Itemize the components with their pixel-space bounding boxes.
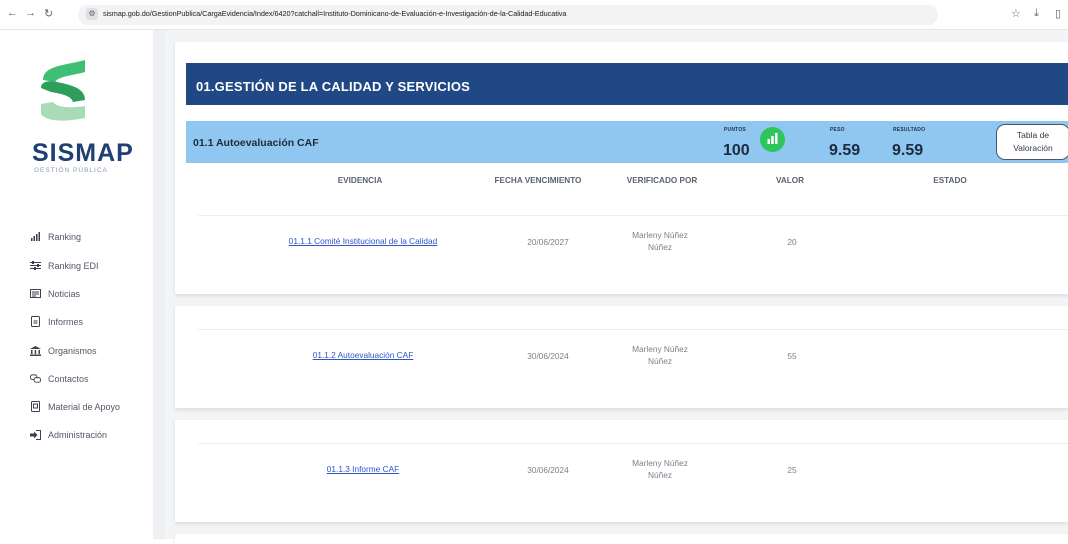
tabla-button-line1: Tabla de xyxy=(1016,130,1050,140)
url-text[interactable]: sismap.gob.do/GestionPublica/CargaEviden… xyxy=(103,9,566,18)
tabla-valoracion-button[interactable]: Tabla de Valoración xyxy=(996,124,1068,160)
verificado-cell-line2: Núñez xyxy=(648,356,672,366)
brand-name: SISMAP xyxy=(32,139,134,167)
sidebar-item-contactos[interactable]: Contactos xyxy=(30,373,89,384)
section-title: 01.GESTIÓN DE LA CALIDAD Y SERVICIOS xyxy=(196,79,470,94)
evidence-link[interactable]: 01.1.3 Informe CAF xyxy=(258,464,468,474)
row-divider xyxy=(198,443,1068,444)
verificado-cell-line1: Marleny Núñez xyxy=(632,458,688,468)
bar-chart-icon xyxy=(30,231,41,242)
document-icon xyxy=(30,316,41,327)
resultado-value: 9.59 xyxy=(892,142,924,159)
verificado-cell-line1: Marleny Núñez xyxy=(632,344,688,354)
verificado-cell-line2: Núñez xyxy=(648,242,672,252)
sidebar-item-label: Organismos xyxy=(48,345,97,356)
valor-cell: 25 xyxy=(787,465,797,475)
back-arrow-icon[interactable]: ← xyxy=(7,7,18,19)
verificado-cell-line1: Marleny Núñez xyxy=(632,230,688,240)
fecha-cell: 30/06/2024 xyxy=(527,465,569,475)
fecha-cell: 30/06/2024 xyxy=(527,351,569,361)
column-header-evidencia: EVIDENCIA xyxy=(337,176,383,185)
star-icon[interactable]: ☆ xyxy=(1011,7,1021,20)
sidebar-item-ranking[interactable]: Ranking xyxy=(30,231,81,242)
puntos-label: PUNTOS xyxy=(724,127,746,133)
resultado-label: RESULTADO xyxy=(893,127,926,133)
column-header-estado: ESTADO xyxy=(933,176,967,185)
evidence-link[interactable]: 01.1.2 Autoevaluación CAF xyxy=(258,350,468,360)
valor-cell: 55 xyxy=(787,351,797,361)
sidebar-item-label: Informes xyxy=(48,316,84,327)
tabla-button-line2: Valoración xyxy=(1013,143,1053,153)
sidebar-item-material-de-apoyo[interactable]: Material de Apoyo xyxy=(30,401,120,412)
verificado-cell-line2: Núñez xyxy=(648,470,672,480)
download-icon[interactable]: ⤓ xyxy=(1034,7,1039,20)
peso-value: 9.59 xyxy=(829,142,861,159)
column-header-verificado: VERIFICADO POR xyxy=(626,176,698,185)
newspaper-icon xyxy=(30,288,41,299)
valor-cell: 20 xyxy=(787,237,797,247)
sidebar-item-label: Ranking xyxy=(48,231,82,242)
bar-chart-icon xyxy=(767,133,778,144)
column-header-fecha: FECHA VENCIMIENTO xyxy=(494,176,582,185)
sidebar-item-informes[interactable]: Informes xyxy=(30,316,83,327)
evidence-link[interactable]: 01.1.1 Comité Institucional de la Calida… xyxy=(258,236,468,246)
site-settings-icon[interactable]: ⚙ xyxy=(86,8,98,20)
sidebar-item-organismos[interactable]: Organismos xyxy=(30,345,97,356)
sidebar-divider xyxy=(153,30,165,539)
subsection-title: 01.1 Autoevaluación CAF xyxy=(193,137,319,149)
row-divider xyxy=(198,215,1068,216)
puntos-value: 100 xyxy=(723,142,750,159)
sidepanel-icon[interactable]: ▯ xyxy=(1055,7,1061,20)
sliders-icon xyxy=(30,260,41,271)
sidebar-item-administracion[interactable]: Administración xyxy=(30,429,107,440)
brand-subtitle: GESTIÓN PÚBLICA xyxy=(34,167,108,174)
sidebar-item-label: Material de Apoyo xyxy=(48,401,121,412)
evidence-panel-4 xyxy=(175,534,1068,544)
sidebar-item-label: Ranking EDI xyxy=(48,260,99,271)
column-header-valor: VALOR xyxy=(775,176,805,185)
building-icon xyxy=(30,345,41,356)
file-icon xyxy=(30,401,41,412)
sidebar-item-label: Administración xyxy=(48,429,108,440)
reload-icon[interactable]: ↻ xyxy=(44,7,53,20)
sismap-logo-icon xyxy=(41,60,85,121)
chat-icon xyxy=(30,373,41,384)
forward-arrow-icon[interactable]: → xyxy=(25,7,36,19)
sidebar-item-ranking-edi[interactable]: Ranking EDI xyxy=(30,260,99,271)
sign-in-icon xyxy=(30,429,41,440)
sidebar-item-noticias[interactable]: Noticias xyxy=(30,288,80,299)
sidebar-item-label: Noticias xyxy=(48,288,81,299)
browser-toolbar: ← → ↻ ⚙ sismap.gob.do/GestionPublica/Car… xyxy=(0,0,1068,30)
peso-label: PESO xyxy=(830,127,845,133)
row-divider xyxy=(198,329,1068,330)
fecha-cell: 20/06/2027 xyxy=(527,237,569,247)
sidebar-item-label: Contactos xyxy=(48,373,89,384)
